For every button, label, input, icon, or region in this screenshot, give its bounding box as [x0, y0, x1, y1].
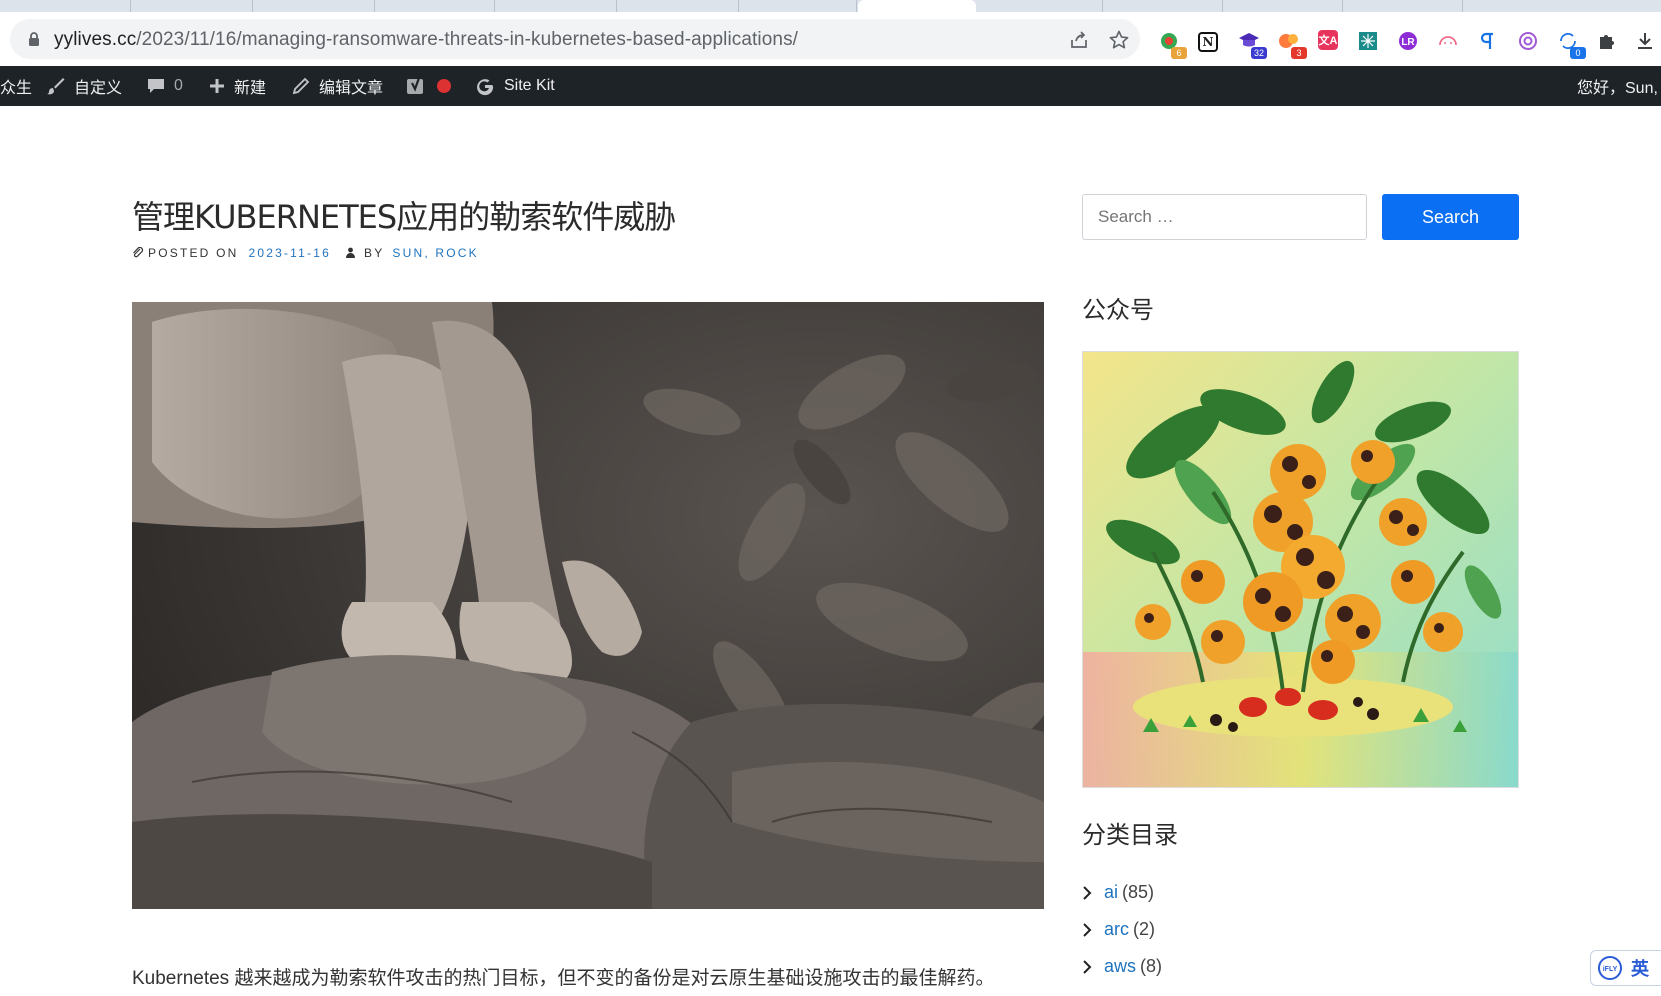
translate-extension-icon[interactable]: 文A: [1318, 30, 1338, 50]
category-list: ai (85) arc (2) aws (8): [1082, 874, 1162, 985]
browser-tab[interactable]: [1222, 0, 1343, 12]
extension-badge-6-icon[interactable]: 6: [1158, 30, 1187, 59]
lr-extension-icon[interactable]: LR: [1397, 30, 1419, 52]
comment-icon: [148, 79, 164, 93]
graduation-cap-icon[interactable]: 32: [1238, 30, 1267, 59]
category-link[interactable]: arc: [1104, 919, 1129, 940]
cloud-face-icon[interactable]: [1437, 30, 1459, 52]
browser-tab[interactable]: [494, 0, 617, 12]
browser-tab[interactable]: [130, 0, 253, 12]
svg-text:iFLY: iFLY: [1603, 966, 1618, 973]
yoast-seo-link[interactable]: [406, 66, 460, 106]
site-name-link[interactable]: 众生: [0, 66, 32, 106]
ifly-logo-icon: iFLY: [1598, 956, 1622, 980]
site-kit-link[interactable]: Site Kit: [474, 66, 555, 106]
notion-icon[interactable]: N: [1198, 32, 1218, 52]
openai-icon[interactable]: [1517, 30, 1539, 52]
category-count: (85): [1122, 882, 1155, 902]
browser-tab[interactable]: [1342, 0, 1463, 12]
posted-on-label: POSTED ON: [148, 246, 239, 260]
chevron-right-icon: [1082, 959, 1104, 974]
edit-post-link[interactable]: 编辑文章: [291, 66, 383, 106]
comments-link[interactable]: 0: [146, 66, 183, 106]
category-item: arc (2): [1082, 911, 1162, 948]
browser-tab[interactable]: [738, 0, 857, 12]
paperclip-icon: [133, 247, 144, 258]
tab-strip: [0, 0, 1661, 12]
ifly-translate-widget[interactable]: iFLY 英: [1590, 950, 1661, 986]
featured-image[interactable]: [132, 302, 1044, 909]
post-meta: POSTED ON 2023-11-16 BY SUN, ROCK: [132, 246, 479, 260]
browser-tab[interactable]: [616, 0, 739, 12]
language-toggle[interactable]: 英: [1631, 955, 1649, 981]
paintbrush-icon: [47, 78, 65, 95]
author-link[interactable]: SUN, ROCK: [392, 246, 478, 260]
bookmark-star-icon[interactable]: [1108, 29, 1130, 51]
author-icon: [345, 247, 355, 258]
search-input[interactable]: [1082, 194, 1367, 240]
puzzle-piece-icon[interactable]: [1596, 30, 1618, 52]
browser-tab-active[interactable]: [858, 0, 976, 12]
chevron-right-icon: [1082, 922, 1104, 937]
browser-tab[interactable]: [0, 0, 131, 12]
pilcrow-icon[interactable]: [1477, 30, 1499, 52]
category-item: aws (8): [1082, 948, 1162, 985]
wechat-image[interactable]: [1082, 351, 1519, 788]
address-bar[interactable]: yylives.cc/2023/11/16/managing-ransomwar…: [10, 19, 1140, 59]
category-link[interactable]: ai: [1104, 882, 1118, 903]
category-count: (8): [1140, 956, 1163, 976]
categories-widget-title: 分类目录: [1082, 821, 1178, 849]
browser-tab[interactable]: [980, 0, 1103, 12]
seo-status-dot-icon: [437, 79, 451, 93]
customize-link[interactable]: 自定义: [46, 66, 122, 106]
share-icon[interactable]: [1068, 29, 1090, 51]
download-icon[interactable]: [1634, 30, 1656, 52]
google-g-icon: [477, 79, 494, 96]
ladybug-illustration: [1083, 352, 1518, 787]
my-account-link[interactable]: 您好，Sun,: [1577, 66, 1658, 106]
category-link[interactable]: aws: [1104, 956, 1136, 977]
browser-tab[interactable]: [1102, 0, 1223, 12]
category-count: (2): [1133, 919, 1156, 939]
new-content-link[interactable]: 新建: [208, 66, 266, 106]
browser-tab[interactable]: [252, 0, 375, 12]
chevron-right-icon: [1082, 885, 1104, 900]
search-button[interactable]: Search: [1382, 194, 1519, 240]
post-title: 管理KUBERNETES应用的勒索软件威胁: [132, 198, 676, 236]
category-item: ai (85): [1082, 874, 1162, 911]
wp-admin-bar: 众生 自定义 0 新建 编辑文章 Site Kit 您好，Sun,: [0, 66, 1661, 106]
lock-icon[interactable]: [28, 31, 40, 52]
featured-image-photo: [132, 302, 1044, 909]
yoast-icon: [407, 77, 423, 94]
browser-tab[interactable]: [374, 0, 495, 12]
extension-badge-3-icon[interactable]: 3: [1278, 30, 1307, 59]
browser-toolbar: yylives.cc/2023/11/16/managing-ransomwar…: [0, 12, 1661, 67]
by-label: BY: [363, 246, 385, 260]
plus-icon: [210, 79, 224, 93]
grid-extension-icon[interactable]: [1357, 30, 1379, 52]
post-excerpt: Kubernetes 越来越成为勒索软件攻击的热门目标，但不变的备份是对云原生基…: [132, 968, 995, 989]
url-text[interactable]: yylives.cc/2023/11/16/managing-ransomwar…: [54, 29, 798, 51]
pencil-icon: [292, 77, 310, 95]
svg-text:LR: LR: [1401, 37, 1415, 48]
wechat-widget-title: 公众号: [1082, 296, 1154, 324]
browser-tab[interactable]: [1462, 0, 1661, 12]
sync-icon[interactable]: 0: [1557, 30, 1586, 59]
post-date-link[interactable]: 2023-11-16: [248, 246, 331, 260]
